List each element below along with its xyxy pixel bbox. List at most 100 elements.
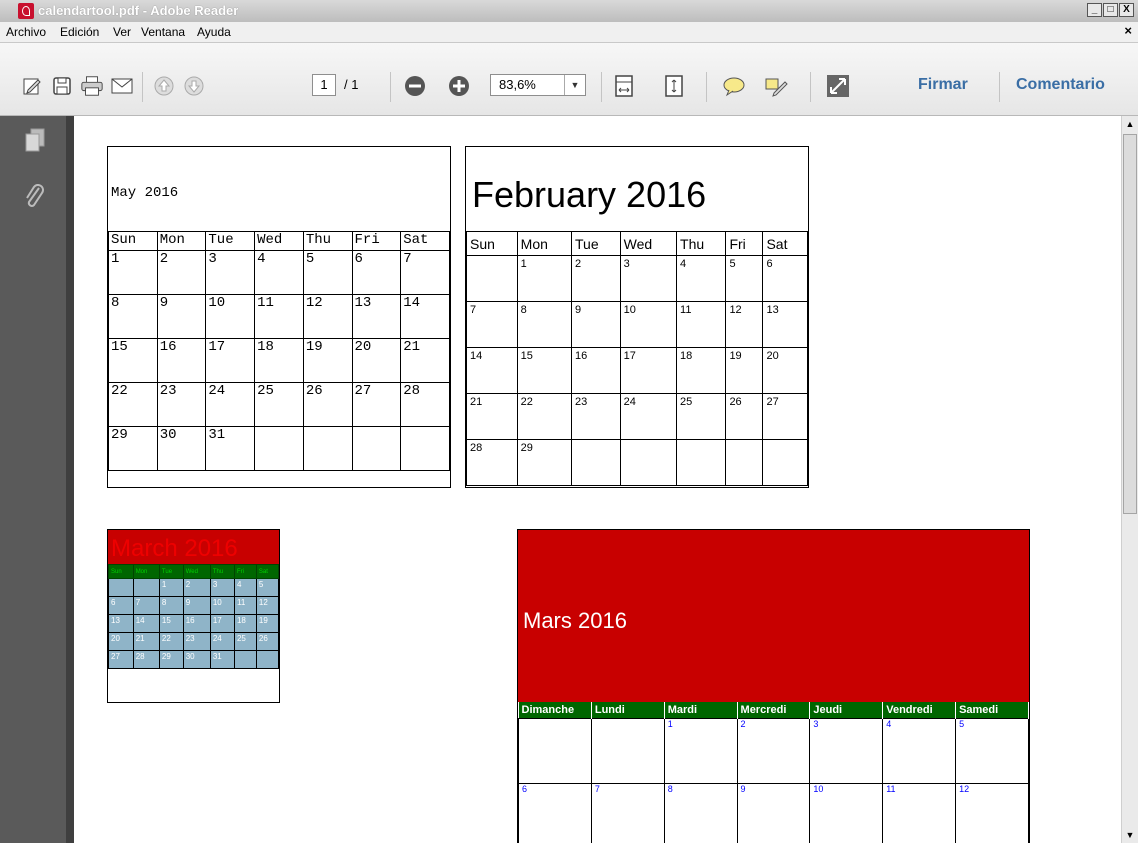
weekday-label: Sun [108, 564, 134, 579]
save-icon[interactable] [50, 74, 74, 98]
menu-ventana[interactable]: Ventana [141, 25, 185, 39]
close-document-button[interactable]: × [1124, 23, 1132, 38]
day-cell: 18 [233, 614, 257, 633]
week-row: 6 7 8 9 10 11 12 [108, 596, 280, 615]
week-row: 14 15 16 17 18 19 20 [466, 347, 808, 394]
weekday-label: Tue [158, 564, 184, 579]
day-cell [233, 650, 257, 669]
day-cell: 10 [205, 294, 256, 339]
day-cell [255, 650, 280, 669]
day-cell [254, 426, 304, 471]
fit-width-icon[interactable] [612, 74, 636, 98]
day-cell: 15 [108, 338, 158, 383]
day-cell: 8 [108, 294, 158, 339]
title-bar: calendartool.pdf - Adobe Reader _ □ X [0, 0, 1138, 22]
day-cell: 17 [205, 338, 256, 383]
print-icon[interactable] [80, 74, 104, 98]
day-cell: 5 [955, 718, 1029, 784]
week-row: 12345 [108, 578, 280, 597]
week-row: 28 29 [466, 439, 808, 486]
day-cell: 3 [209, 578, 235, 597]
day-cell: 7 [400, 250, 450, 295]
day-cell: 13 [351, 294, 402, 339]
week-row: 1234567 [108, 250, 450, 295]
day-cell: 5 [725, 255, 764, 302]
day-cell: 3 [619, 255, 678, 302]
zoom-out-icon[interactable] [403, 74, 427, 98]
day-cell: 19 [255, 614, 280, 633]
day-cell: 11 [676, 301, 727, 348]
chevron-down-icon[interactable]: ▼ [564, 75, 585, 95]
attachment-icon[interactable] [24, 184, 46, 217]
day-cell: 7 [132, 596, 160, 615]
page-down-icon[interactable] [182, 74, 206, 98]
day-cell: 19 [302, 338, 353, 383]
calendar-mars-2016: Mars 2016 Dimanche Lundi Mardi Mercredi … [517, 529, 1030, 843]
highlight-icon[interactable] [764, 74, 788, 98]
day-cell: 5 [302, 250, 353, 295]
weekday-label: Mon [156, 231, 207, 251]
menu-archivo[interactable]: Archivo [6, 25, 46, 39]
calendar-title: Mars 2016 [518, 530, 1029, 702]
day-cell: 16 [571, 347, 621, 394]
scroll-up-button[interactable]: ▲ [1122, 116, 1138, 132]
minimize-button[interactable]: _ [1087, 3, 1102, 17]
weekday-label: Sat [400, 231, 450, 251]
pages-icon[interactable] [24, 128, 46, 159]
day-cell: 31 [205, 426, 256, 471]
comment-icon[interactable] [722, 74, 746, 98]
day-cell: 12 [955, 783, 1029, 843]
week-row: 13 14 15 16 17 18 19 [108, 614, 280, 633]
day-cell: 14 [132, 614, 160, 633]
day-cell: 6 [108, 596, 134, 615]
day-cell [302, 426, 353, 471]
email-icon[interactable] [110, 74, 134, 98]
maximize-button[interactable]: □ [1103, 3, 1118, 17]
day-cell: 22 [516, 393, 573, 440]
sign-button[interactable]: Firmar [918, 76, 968, 94]
day-cell: 25 [233, 632, 257, 651]
fullscreen-icon[interactable] [826, 74, 850, 98]
weekday-label: Sat [762, 231, 808, 256]
page-number-input[interactable]: 1 [312, 74, 336, 96]
weekday-label: Thu [209, 564, 235, 579]
day-cell: 12 [302, 294, 353, 339]
comment-button[interactable]: Comentario [1016, 76, 1105, 94]
day-cell: 30 [182, 650, 211, 669]
fit-page-icon[interactable] [662, 74, 686, 98]
day-cell: 26 [725, 393, 764, 440]
window-title: calendartool.pdf - Adobe Reader [38, 3, 239, 18]
day-cell: 29 [158, 650, 184, 669]
week-row: 20 21 22 23 24 25 26 [108, 632, 280, 651]
day-cell: 1 [663, 718, 738, 784]
day-cell [571, 439, 621, 486]
edit-icon[interactable] [20, 74, 44, 98]
calendar-title: May 2016 [108, 147, 450, 232]
page-up-icon[interactable] [152, 74, 176, 98]
menu-ver[interactable]: Ver [113, 25, 131, 39]
day-cell: 1 [108, 250, 158, 295]
day-cell: 21 [466, 393, 518, 440]
day-cell [132, 578, 160, 597]
zoom-select[interactable]: 83,6% ▼ [490, 74, 586, 96]
zoom-in-icon[interactable] [447, 74, 471, 98]
scroll-down-button[interactable]: ▼ [1122, 827, 1138, 843]
day-cell: 23 [156, 382, 207, 427]
weekday-label: Wed [254, 231, 304, 251]
vertical-scrollbar[interactable]: ▲ ▼ [1121, 116, 1138, 843]
document-page: May 2016 Sun Mon Tue Wed Thu Fri Sat 123… [74, 116, 1121, 843]
day-cell [590, 718, 665, 784]
scroll-thumb[interactable] [1123, 134, 1137, 514]
close-button[interactable]: X [1119, 3, 1134, 17]
calendar-grid: Sun Mon Tue Wed Thu Fri Sat 1234567 8 9 10… [108, 231, 450, 471]
menu-edicion[interactable]: Edición [60, 25, 99, 39]
calendar-grid: Sun Mon Tue Wed Thu Fri Sat 12345 6 7 8 9 10… [108, 564, 280, 669]
menu-ayuda[interactable]: Ayuda [197, 25, 231, 39]
day-cell: 9 [156, 294, 207, 339]
calendar-title: March 2016 [108, 530, 279, 564]
day-cell: 13 [108, 614, 134, 633]
weekday-header-row: Sun Mon Tue Wed Thu Fri Sat [466, 231, 808, 256]
day-cell: 3 [205, 250, 256, 295]
day-cell: 7 [590, 783, 665, 843]
day-cell: 8 [516, 301, 573, 348]
